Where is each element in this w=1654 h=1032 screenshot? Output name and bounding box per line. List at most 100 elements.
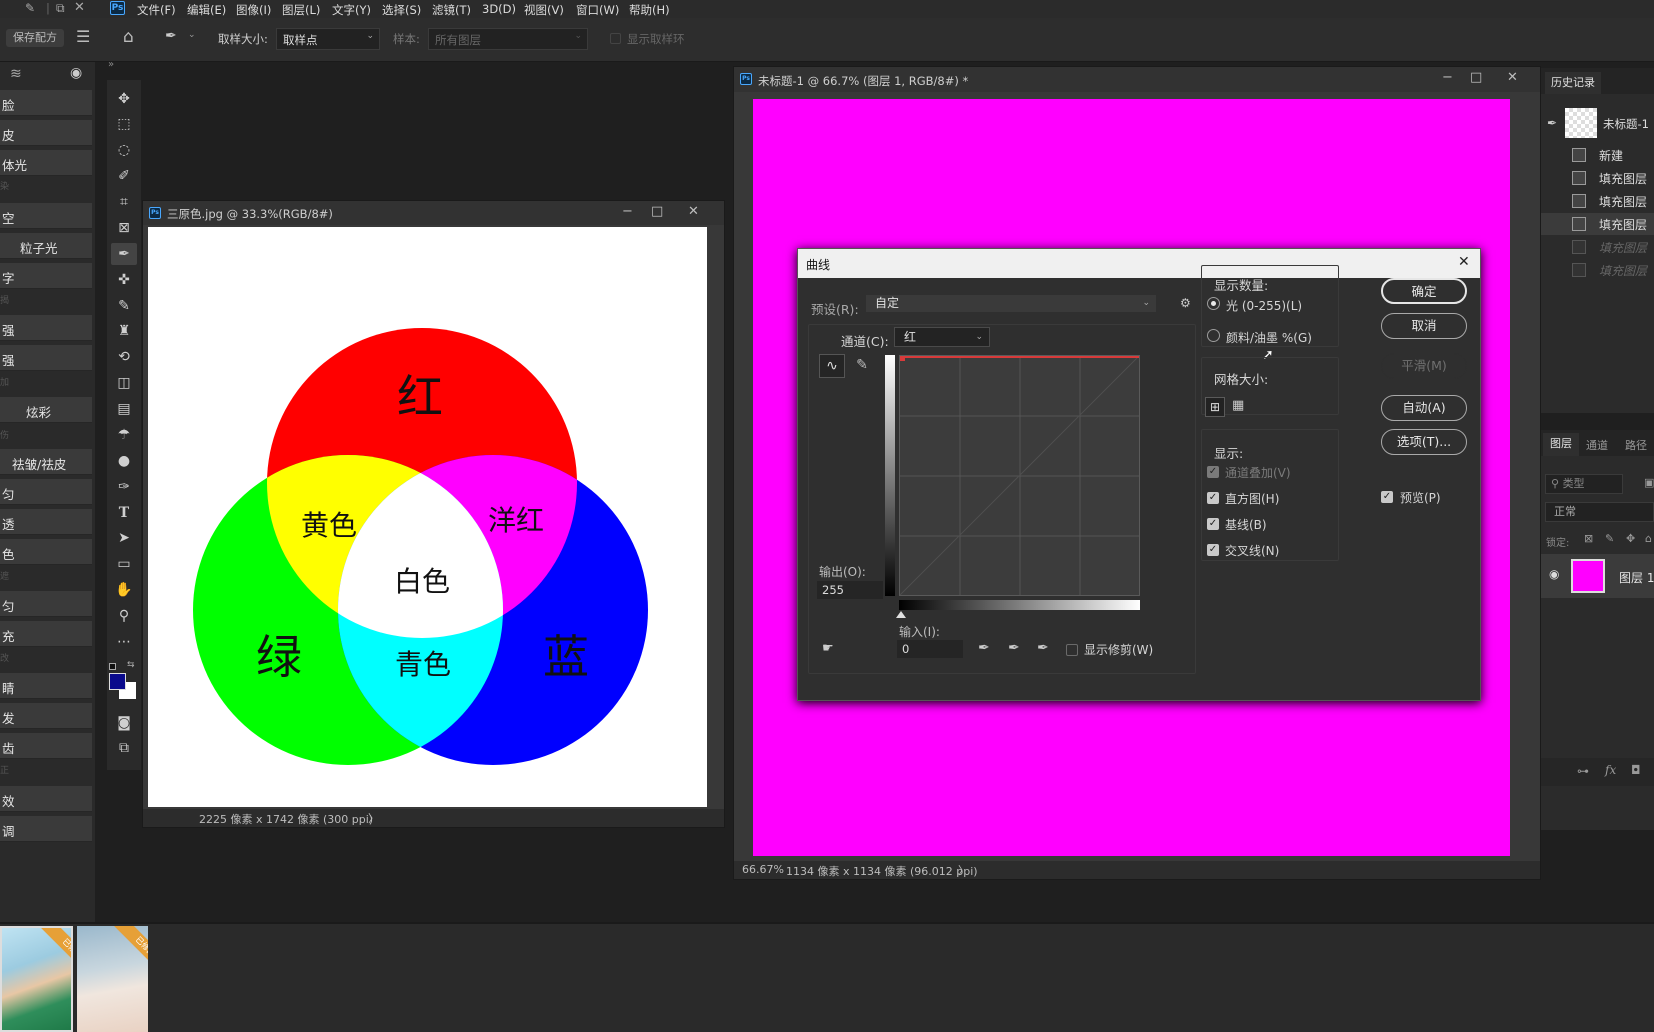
menu-select[interactable]: 选择(S)	[382, 2, 421, 18]
retouch-button[interactable]: 空	[0, 203, 92, 229]
quick-select-tool-icon[interactable]: ✐	[111, 165, 137, 187]
retouch-button[interactable]: 体光	[0, 150, 92, 176]
pencil-draw-icon[interactable]: ✎	[851, 354, 873, 378]
zoom-level[interactable]: 66.67%	[742, 863, 784, 876]
screen-mode-icon[interactable]: ⧉	[111, 737, 137, 759]
auto-button[interactable]: 自动(A)	[1381, 395, 1467, 421]
photo-thumbnail[interactable]: 已修图	[77, 926, 148, 1032]
hand-tool-icon[interactable]: ✋	[111, 579, 137, 601]
blur-tool-icon[interactable]: ☂	[111, 424, 137, 446]
retouch-button[interactable]: 皮	[0, 120, 92, 146]
options-button[interactable]: 选项(T)...	[1381, 429, 1467, 455]
tab-history[interactable]: 历史记录	[1545, 72, 1601, 94]
history-item[interactable]: 填充图层	[1541, 190, 1654, 212]
baseline-checkbox[interactable]: ✓	[1207, 518, 1219, 530]
detailed-grid-icon[interactable]: ▦	[1232, 398, 1244, 413]
move-tool-icon[interactable]: ✥	[111, 88, 137, 110]
menu-edit[interactable]: 编辑(E)	[187, 2, 226, 18]
retouch-button[interactable]: 匀	[0, 479, 92, 505]
curve-point-tool-icon[interactable]: ∿	[819, 354, 845, 378]
layer-thumbnail[interactable]	[1571, 559, 1605, 593]
black-point-slider[interactable]	[896, 611, 906, 618]
image-canvas[interactable]: 红 黄色 洋红 白色 绿 青色 蓝	[148, 227, 707, 807]
visibility-eye-icon[interactable]: ◉	[1549, 567, 1559, 581]
zoom-tool-icon[interactable]: ⚲	[111, 605, 137, 627]
show-ring-checkbox[interactable]	[610, 33, 621, 44]
curve-graph[interactable]	[899, 355, 1140, 596]
history-item-undone[interactable]: 填充图层	[1541, 259, 1654, 281]
menu-filter[interactable]: 滤镜(T)	[432, 2, 471, 18]
status-menu-arrow[interactable]: 〉	[958, 862, 969, 878]
dodge-tool-icon[interactable]: ●	[111, 450, 137, 472]
retouch-button[interactable]: 脸	[0, 90, 92, 116]
white-eyedropper-icon[interactable]: ✒	[1037, 640, 1049, 656]
retouch-button[interactable]: 色	[0, 539, 92, 565]
tab-layers[interactable]: 图层	[1543, 433, 1579, 456]
menu-layer[interactable]: 图层(L)	[282, 2, 320, 18]
history-brush-tool-icon[interactable]: ⟲	[111, 346, 137, 368]
close-icon[interactable]: ✕	[1458, 254, 1470, 270]
expand-icon[interactable]: »	[108, 59, 114, 70]
retouch-button[interactable]: 充	[0, 621, 92, 647]
path-select-tool-icon[interactable]: ➤	[111, 527, 137, 549]
gradient-tool-icon[interactable]: ▤	[111, 398, 137, 420]
lock-transparency-icon[interactable]: ⊠	[1584, 532, 1593, 545]
fx-button[interactable]: fx	[1605, 763, 1616, 777]
retouch-button[interactable]: 炫彩	[0, 397, 92, 423]
edit-icon[interactable]: ✎	[25, 1, 35, 15]
preview-checkbox[interactable]: ✓	[1381, 491, 1393, 503]
marquee-tool-icon[interactable]: ⬚	[111, 113, 137, 135]
retouch-button[interactable]: 调	[0, 816, 92, 842]
settings-gear-icon[interactable]: ⚙	[1180, 296, 1191, 310]
channel-select[interactable]: 红 ⌄	[894, 327, 990, 347]
histogram-checkbox[interactable]: ✓	[1207, 492, 1219, 504]
crop-tool-icon[interactable]: ⌗	[111, 191, 137, 213]
retouch-button[interactable]: 强	[0, 315, 92, 341]
tab-channels[interactable]: 通道	[1586, 437, 1608, 453]
retouch-button[interactable]: 透	[0, 509, 92, 535]
sample-layers-select[interactable]: 所有图层 ⌄	[428, 28, 588, 50]
ok-button[interactable]: 确定	[1381, 278, 1467, 304]
input-field[interactable]: 0	[897, 640, 963, 658]
retouch-button[interactable]: 粒子光	[0, 233, 92, 259]
history-brush-source-icon[interactable]: ✒	[1547, 116, 1557, 130]
lasso-tool-icon[interactable]: ◌	[111, 139, 137, 161]
black-eyedropper-icon[interactable]: ✒	[978, 640, 990, 656]
photo-thumbnail[interactable]: 已修图	[0, 926, 73, 1032]
retouch-button[interactable]: 强	[0, 345, 92, 371]
retouch-button[interactable]: 发	[0, 703, 92, 729]
lock-pixels-icon[interactable]: ✎	[1605, 532, 1614, 545]
menu-3d[interactable]: 3D(D)	[482, 2, 516, 16]
maximize-icon[interactable]: □	[651, 204, 663, 219]
chevron-down-icon[interactable]: ⌄	[188, 30, 196, 40]
layer-filter-select[interactable]: ⚲ 类型	[1545, 474, 1623, 494]
menu-help[interactable]: 帮助(H)	[629, 2, 670, 18]
retouch-button[interactable]: 效	[0, 786, 92, 812]
minimize-icon[interactable]: −	[1442, 70, 1453, 85]
blend-mode-select[interactable]: 正常	[1545, 502, 1654, 522]
history-item-undone[interactable]: 填充图层	[1541, 236, 1654, 258]
layer-name[interactable]: 图层 1	[1619, 569, 1654, 586]
history-item-active[interactable]: 填充图层	[1541, 213, 1654, 235]
type-tool-icon[interactable]: T	[111, 502, 137, 524]
menu-icon[interactable]: ☰	[76, 27, 90, 46]
brush-tool-icon[interactable]: ✎	[111, 295, 137, 317]
frame-tool-icon[interactable]: ⊠	[111, 217, 137, 239]
show-clipping-checkbox[interactable]	[1066, 644, 1078, 656]
retouch-button[interactable]: 睛	[0, 673, 92, 699]
sample-size-select[interactable]: 取样点 ⌄	[276, 28, 380, 50]
layer-row[interactable]: ◉ 图层 1	[1541, 554, 1654, 598]
history-item[interactable]: 新建	[1541, 144, 1654, 166]
maximize-icon[interactable]: □	[1470, 70, 1482, 85]
preset-select[interactable]: 自定 ⌄	[866, 295, 1156, 312]
menu-file[interactable]: 文件(F)	[137, 2, 176, 18]
default-colors-icon[interactable]	[109, 663, 116, 670]
layers-icon[interactable]: ≋	[10, 66, 22, 82]
home-icon[interactable]: ⌂	[123, 27, 134, 47]
retouch-button[interactable]: 齿	[0, 733, 92, 759]
eyedropper-tool-icon[interactable]: ✒	[165, 28, 177, 44]
link-layers-icon[interactable]: ⊶	[1577, 764, 1589, 778]
targeted-adjust-hand-icon[interactable]: ☛	[822, 641, 834, 656]
menu-image[interactable]: 图像(I)	[236, 2, 271, 18]
add-mask-icon[interactable]: ◘	[1631, 763, 1641, 777]
